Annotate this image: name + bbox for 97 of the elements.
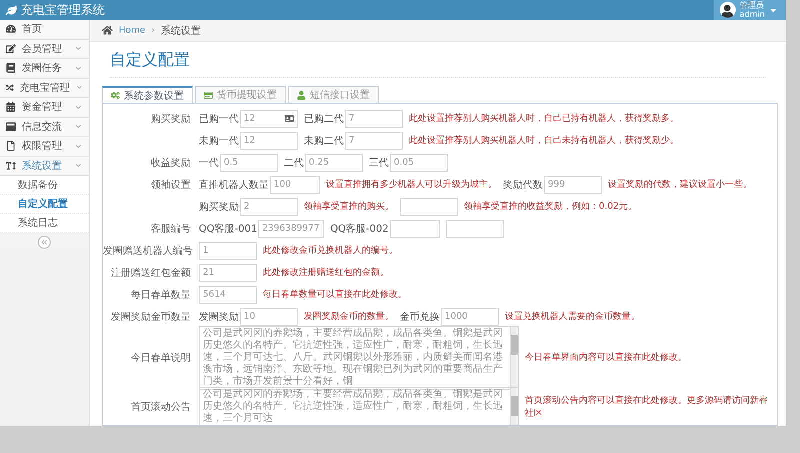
input-field[interactable]: 2 <box>240 198 298 216</box>
user-icon <box>297 90 306 100</box>
form-label: 发圈赠送机器人编号 <box>103 244 194 258</box>
sidebar-item[interactable]: 权限管理 <box>0 137 89 156</box>
hint-text: 首页滚动公告内容可以直接在此处修改。更多源码请访问新睿社区 <box>525 394 769 420</box>
hint-text: 设置奖励的代数，建议设置小一些。 <box>608 178 752 191</box>
form-label: 购买奖励 <box>150 112 192 126</box>
form-label: 发圈奖励金币数量 <box>110 310 192 324</box>
sidebar-item[interactable]: 会员管理 <box>0 40 89 59</box>
hint-text: 此处修改注册赠送红包的金额。 <box>263 266 389 279</box>
field-label: 直推机器人数量 <box>199 178 269 192</box>
breadcrumb-link[interactable]: Home <box>119 26 146 36</box>
submenu-item[interactable]: 自定义配置 <box>0 195 89 214</box>
input-field[interactable]: 12 <box>240 132 298 150</box>
input-field[interactable] <box>400 198 458 216</box>
hint-text: 领袖享受直推的收益奖励，例如：0.02元。 <box>464 200 638 213</box>
edit-icon <box>6 44 16 54</box>
field-label: QQ客服-001 <box>199 222 258 236</box>
file-icon <box>6 141 16 152</box>
field-label: 三代 <box>369 156 389 170</box>
input-field[interactable]: 1 <box>199 242 257 260</box>
field-label: 奖励代数 <box>503 178 543 192</box>
sidebar-item[interactable]: 系统设置 <box>0 156 89 176</box>
scrollbar[interactable] <box>510 326 518 389</box>
input-field[interactable]: 0.25 <box>305 154 363 172</box>
scrollbar[interactable] <box>510 388 518 425</box>
sidebar-item[interactable]: 发圈任务 <box>0 59 89 78</box>
field-label: 一代 <box>199 156 219 170</box>
submenu-item[interactable]: 系统日志 <box>0 214 89 233</box>
form-label: 客服编号 <box>150 222 192 236</box>
field-label: 金币兑换 <box>400 310 440 324</box>
hint-text: 每日春单数量可以直接在此处修改。 <box>263 288 407 301</box>
sidebar-item[interactable]: 信息交流 <box>0 118 89 137</box>
form-label: 领袖设置 <box>150 178 192 192</box>
tab[interactable]: 短信接口设置 <box>288 86 379 104</box>
hint-text: 设置兑换机器人需要的金币数量。 <box>505 310 640 323</box>
shuffle-icon <box>6 82 14 93</box>
card-icon <box>204 90 213 100</box>
app-title: 充电宝管理系统 <box>21 2 105 18</box>
input-field[interactable]: 21 <box>199 264 257 282</box>
breadcrumb-current: 系统设置 <box>161 24 202 38</box>
text-area[interactable]: 公司是武冈冈的养鹅场，主要经营成品鹅，成品各类鱼。铜鹅是武冈历史悠久的名特产。它抗逆性强，适应性广，耐寒，耐粗饲，生长迅速，三个月可达七、八斤。武冈铜鹅以外形雅丽，内质鲜美而闻名港澳市场，远销南洋、东欧等地。现在铜鹅已列为武冈的重要商品生产门类，市场开发前景十分看好，铜 <box>199 326 519 390</box>
home-icon <box>102 25 113 36</box>
hint-text: 今日春单界面内容可以直接在此处修改。 <box>525 352 688 364</box>
avatar-icon <box>720 2 736 18</box>
input-field[interactable] <box>446 220 504 238</box>
hint-text: 此处设置推荐别人购买机器人时，自己已持有机器人，获得奖励多。 <box>409 112 679 125</box>
input-field[interactable]: 7 <box>345 132 403 150</box>
input-field[interactable]: 999 <box>544 176 602 194</box>
input-field[interactable]: 10 <box>240 308 298 326</box>
field-label: 购买奖励 <box>199 200 239 214</box>
field-label: 发圈奖励 <box>199 310 239 324</box>
input-field[interactable]: 1000 <box>441 308 499 326</box>
form-label: 首页滚动公告 <box>130 400 192 414</box>
hint-text: 领袖享受直推的购买。 <box>304 200 394 213</box>
page-title: 自定义配置 <box>110 50 766 78</box>
text-area[interactable]: 公司是武冈冈的养鹅场，主要经营成品鹅，成品各类鱼。铜鹅是武冈历史悠久的名特产。它抗逆性强，适应性广，耐寒，耐粗饲，生长迅速，三个月可达 <box>199 387 519 425</box>
calendar-icon <box>6 102 16 112</box>
breadcrumb-separator: › <box>152 26 156 36</box>
form-label: 每日春单数量 <box>130 288 192 302</box>
gears-icon <box>111 91 120 100</box>
field-label: 未购二代 <box>304 134 344 148</box>
tab[interactable]: 系统参数设置 <box>102 86 193 104</box>
input-field[interactable]: 100 <box>270 176 320 194</box>
field-label: QQ客服-002 <box>330 222 389 236</box>
input-field[interactable]: 7 <box>345 110 403 128</box>
form-label: 今日春单说明 <box>130 352 192 365</box>
hint-text: 发圈奖励金币的数量。 <box>304 310 394 323</box>
field-label: 已购二代 <box>304 112 344 126</box>
field-label: 二代 <box>284 156 304 170</box>
hint-text: 此处设置推荐别人购买机器人时，自己未持有机器人，获得奖励少。 <box>409 134 679 147</box>
text-icon <box>6 160 16 171</box>
double-chevron-icon <box>40 238 49 246</box>
sidebar-item[interactable]: 首页 <box>0 20 89 40</box>
form-label: 注册赠送红包金额 <box>110 266 192 280</box>
sidebar-item[interactable]: 资金管理 <box>0 98 89 118</box>
input-field[interactable]: 12 <box>240 110 298 128</box>
hint-text: 设置直推拥有多少机器人可以升级为城主。 <box>326 178 497 191</box>
form-label: 收益奖励 <box>150 156 192 170</box>
input-field[interactable]: 0.5 <box>220 154 278 172</box>
id-card-icon <box>285 114 294 123</box>
input-field[interactable]: 0.05 <box>390 154 448 172</box>
leaf-icon <box>6 4 17 16</box>
tab[interactable]: 货币提现设置 <box>195 86 286 104</box>
window-icon <box>6 122 16 132</box>
input-field[interactable] <box>390 220 440 238</box>
input-field[interactable]: 2396389977 <box>258 220 324 238</box>
sidebar-item[interactable]: 充电宝管理 <box>0 78 89 98</box>
hint-text: 此处修改金币兑换机器人的编号。 <box>263 244 398 257</box>
book-icon <box>6 63 16 74</box>
dashboard-icon <box>6 24 16 34</box>
field-label: 未购一代 <box>199 134 239 148</box>
collapse-button[interactable] <box>38 236 51 248</box>
user-menu[interactable]: 管理员 admin <box>714 0 786 20</box>
submenu-item[interactable]: 数据备份 <box>0 176 89 195</box>
input-field[interactable]: 5614 <box>199 286 257 304</box>
field-label: 已购一代 <box>199 112 239 126</box>
